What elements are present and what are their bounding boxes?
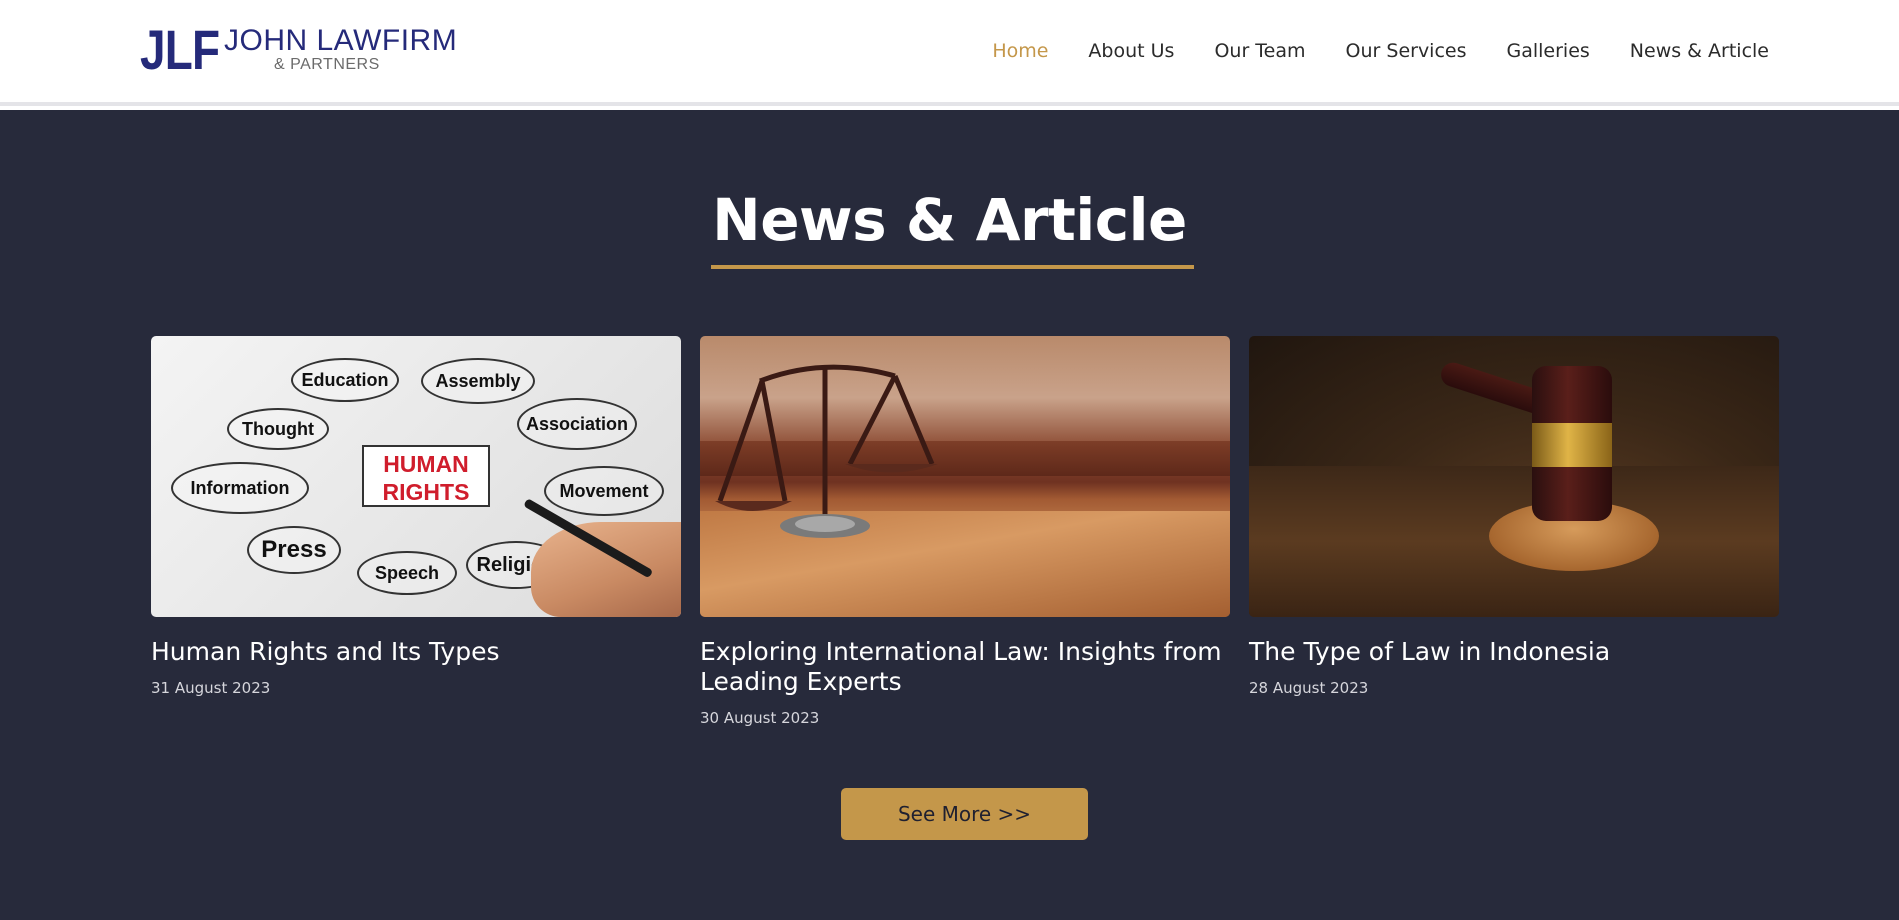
article-card: The Type of Law in Indonesia 28 August 2… (1249, 336, 1779, 697)
bubble-thought: Thought (227, 408, 329, 450)
logo-name: JOHN LAWFIRM (224, 24, 458, 57)
bubble-association: Association (517, 398, 637, 450)
site-header: JLF JOHN LAWFIRM & PARTNERS Home About U… (0, 0, 1899, 106)
article-image-human-rights[interactable]: Education Assembly Thought Association I… (151, 336, 681, 617)
article-card: Exploring International Law: Insights fr… (700, 336, 1230, 727)
article-date: 30 August 2023 (700, 709, 820, 727)
nav-our-team[interactable]: Our Team (1214, 40, 1305, 62)
bubble-education: Education (291, 358, 399, 402)
bubble-press: Press (247, 526, 341, 574)
nav-about-us[interactable]: About Us (1088, 40, 1174, 62)
human-rights-line-1: HUMAN (383, 451, 469, 477)
logo-text: JOHN LAWFIRM & PARTNERS (224, 26, 457, 74)
bubble-speech: Speech (357, 551, 457, 595)
section-heading: News & Article (712, 186, 1187, 254)
bubble-movement: Movement (544, 466, 664, 516)
article-date: 28 August 2023 (1249, 679, 1369, 697)
gavel-band (1532, 423, 1612, 467)
site-logo[interactable]: JLF JOHN LAWFIRM & PARTNERS (140, 20, 457, 80)
article-card: Education Assembly Thought Association I… (151, 336, 681, 697)
human-rights-box: HUMAN RIGHTS (362, 445, 490, 507)
scales-icon (715, 364, 938, 538)
bubble-information: Information (171, 462, 309, 514)
article-date: 31 August 2023 (151, 679, 271, 697)
nav-galleries[interactable]: Galleries (1507, 40, 1590, 62)
main-nav: Home About Us Our Team Our Services Gall… (952, 0, 1769, 102)
article-title[interactable]: The Type of Law in Indonesia (1249, 637, 1779, 667)
nav-home[interactable]: Home (992, 40, 1048, 62)
article-image-scales-of-justice[interactable] (700, 336, 1230, 617)
hand-illustration (531, 522, 681, 617)
logo-sub: & PARTNERS (274, 56, 380, 73)
see-more-button[interactable]: See More >> (841, 788, 1088, 840)
article-title[interactable]: Exploring International Law: Insights fr… (700, 637, 1230, 697)
article-image-gavel[interactable] (1249, 336, 1779, 617)
human-rights-line-2: RIGHTS (382, 479, 470, 505)
news-section: News & Article Education Assembly Though… (0, 110, 1899, 920)
heading-underline (711, 265, 1194, 269)
nav-our-services[interactable]: Our Services (1346, 40, 1467, 62)
logo-mark: JLF (140, 18, 220, 81)
bubble-assembly: Assembly (421, 358, 535, 404)
nav-news-article[interactable]: News & Article (1630, 40, 1769, 62)
article-title[interactable]: Human Rights and Its Types (151, 637, 681, 667)
